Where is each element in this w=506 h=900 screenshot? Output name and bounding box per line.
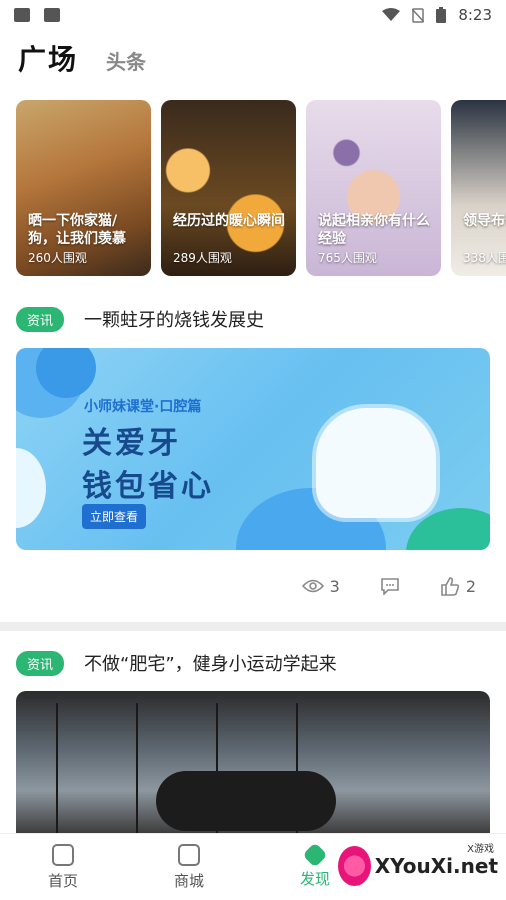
window-frame	[56, 703, 58, 833]
window-frame	[136, 703, 138, 833]
news-banner-dental[interactable]: 小师妹课堂·口腔篇 关爱牙 钱包省心 立即查看	[16, 348, 490, 550]
tab-square[interactable]: 广场	[18, 38, 79, 84]
banner-decor-bubble	[16, 448, 46, 528]
site-watermark: XYouXi.net X游戏	[338, 838, 498, 894]
watermark-logo	[338, 846, 371, 886]
topic-card-views: 765人围观	[318, 251, 377, 265]
section-divider	[0, 622, 506, 631]
like-button[interactable]: 2	[440, 576, 476, 596]
app-notification-icon	[44, 8, 60, 22]
status-bar: 8:23	[0, 0, 506, 30]
topic-card[interactable]: 经历过的暖心瞬间 289人围观	[161, 100, 296, 276]
nav-mall[interactable]: 商城	[126, 834, 252, 900]
topic-card-views: 260人围观	[28, 251, 87, 265]
views-stat: 3	[301, 576, 340, 596]
tab-headlines-label: 头条	[106, 50, 147, 74]
likes-count: 2	[465, 576, 476, 596]
topic-card-title: 晒一下你家猫/狗，让我们羡慕	[28, 213, 126, 247]
topic-card-title: 经历过的暖心瞬间	[173, 213, 285, 229]
nav-home[interactable]: 首页	[0, 834, 126, 900]
news-banner-fitness[interactable]	[16, 691, 490, 833]
news-stats: 3 2	[301, 576, 476, 596]
comment-icon	[381, 578, 399, 595]
nav-home-label: 首页	[47, 871, 78, 890]
banner-subtitle: 小师妹课堂·口腔篇	[84, 399, 202, 415]
topic-cards-carousel[interactable]: 晒一下你家猫/狗，让我们羡慕 260人围观 经历过的暖心瞬间 289人围观 说起…	[16, 100, 506, 276]
views-count: 3	[329, 576, 340, 596]
banner-view-button[interactable]: 立即查看	[82, 504, 147, 529]
topic-card-views: 338人围	[463, 251, 506, 265]
athlete-silhouette	[156, 771, 336, 831]
tab-square-label: 广场	[18, 43, 79, 76]
topic-card[interactable]: 晒一下你家猫/狗，让我们羡慕 260人围观	[16, 100, 151, 276]
battery-icon	[436, 7, 447, 23]
home-icon	[52, 843, 74, 866]
topic-card[interactable]: 说起相亲你有什么经验 765人围观	[306, 100, 441, 276]
tab-active-underline	[22, 75, 74, 84]
eye-icon	[301, 579, 324, 593]
watermark-text: XYouXi.net	[374, 854, 498, 878]
news-badge: 资讯	[16, 650, 65, 676]
watermark-small-text: X游戏	[467, 844, 494, 855]
news-badge: 资讯	[16, 306, 65, 332]
bag-icon	[178, 843, 200, 866]
discover-icon	[302, 841, 328, 868]
comment-button[interactable]	[380, 577, 400, 595]
topic-card-views: 289人围观	[173, 251, 232, 265]
news-title[interactable]: 一颗蛀牙的烧钱发展史	[84, 306, 264, 332]
nav-mall-label: 商城	[173, 871, 204, 890]
banner-headline-1: 关爱牙	[82, 426, 181, 461]
image-notification-icon	[14, 8, 30, 22]
tooth-illustration	[316, 408, 436, 518]
header-tabs: 广场 头条	[18, 38, 146, 84]
topic-card-title: 说起相亲你有什么经验	[318, 213, 430, 247]
status-time: 8:23	[458, 6, 492, 24]
thumbs-up-icon	[441, 577, 459, 596]
news-title[interactable]: 不做“肥宅”，健身小运动学起来	[84, 650, 337, 676]
banner-headline-2: 钱包省心	[82, 469, 214, 504]
topic-card-title: 领导布奇葩的	[463, 213, 506, 229]
topic-card[interactable]: 领导布奇葩的 338人围	[451, 100, 506, 276]
wifi-icon	[382, 8, 401, 21]
nav-discover-label: 发现	[299, 869, 330, 888]
no-sim-icon	[412, 7, 425, 23]
news-item-header[interactable]: 资讯 一颗蛀牙的烧钱发展史	[16, 306, 264, 332]
tab-headlines[interactable]: 头条	[106, 46, 146, 78]
news-item-header[interactable]: 资讯 不做“肥宅”，健身小运动学起来	[16, 650, 337, 676]
